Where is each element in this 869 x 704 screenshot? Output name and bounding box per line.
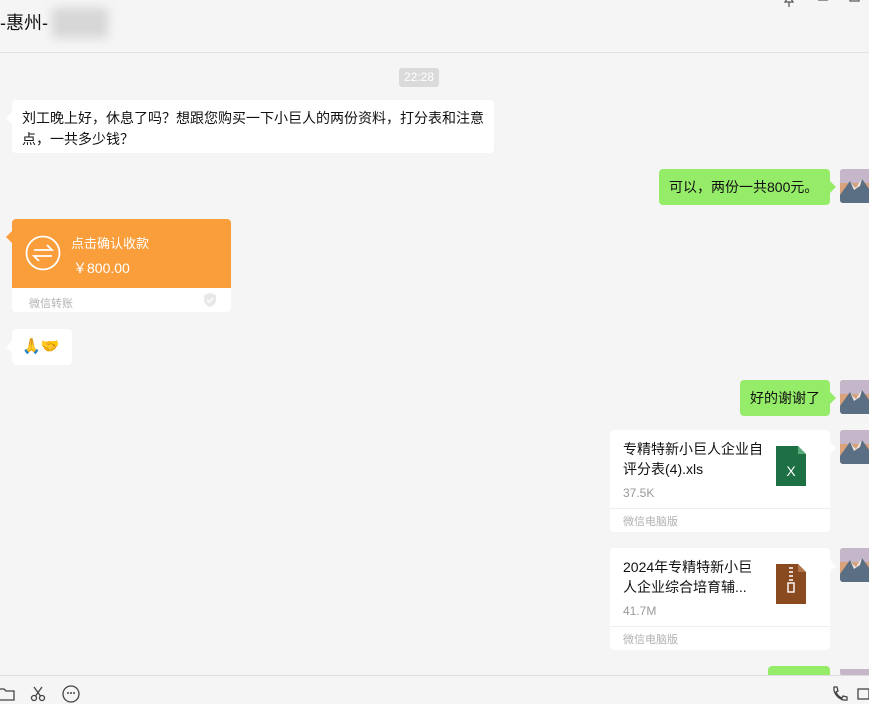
transfer-amount: ￥800.00 [73,260,130,276]
my-avatar[interactable] [840,380,869,414]
transfer-title: 点击确认收款 [71,236,150,251]
file-size: 37.5K [623,486,655,500]
file-size: 41.7M [623,604,657,618]
excel-icon-label: X [786,463,796,479]
chat-title: -惠州- [0,13,48,33]
incoming-emoji-message[interactable]: 🙏🤝 [6,329,72,365]
file-name: 2024年专精特新小巨人企业综合培育辅... [623,559,753,595]
file-source: 微信电脑版 [623,516,678,528]
file-message[interactable]: 专精特新小巨人企业自评分表(4).xls 37.5K X 微信电脑版 [610,430,836,532]
transfer-arrows-icon [25,235,61,271]
message-text: 好的谢谢了 [750,390,820,406]
my-avatar[interactable] [840,548,869,582]
message-timestamp: 22:28 [399,68,439,87]
transfer-footer: 微信转账 [29,298,73,310]
my-avatar[interactable] [840,430,869,464]
file-source: 微信电脑版 [623,634,678,646]
input-toolbar [0,675,869,703]
divider [610,508,830,509]
shield-icon [204,293,216,307]
file-name: 专精特新小巨人企业自评分表(4).xls [623,441,763,477]
transfer-card-header: 点击确认收款 ￥800.00 [6,219,231,288]
message-text: 可以，两份一共800元。 [669,179,819,195]
file-message[interactable]: 2024年专精特新小巨人企业综合培育辅... 41.7M 微信电脑版 [610,548,836,650]
phone-icon[interactable] [830,684,850,704]
my-avatar[interactable] [840,169,869,203]
zip-file-icon [776,564,806,604]
folder-icon[interactable] [0,684,16,704]
chat-header: -惠州- [0,0,869,53]
message-text: 刘工晚上好，休息了吗？想跟您购买一下小巨人的两份资料，打分表和注意点，一共多少钱… [22,110,484,147]
scissors-icon[interactable] [28,684,48,704]
minimize-icon[interactable] [817,0,829,11]
video-icon[interactable] [856,684,869,704]
blurred-contact-name [52,8,108,38]
maximize-icon[interactable] [849,0,861,11]
transfer-card[interactable]: 点击确认收款 ￥800.00 微信转账 [6,219,231,312]
divider [610,626,830,627]
emoji-icon[interactable] [61,684,81,704]
pin-icon[interactable] [783,0,795,11]
excel-file-icon: X [776,446,806,486]
incoming-message[interactable]: 刘工晚上好，休息了吗？想跟您购买一下小巨人的两份资料，打分表和注意点，一共多少钱… [6,100,494,153]
outgoing-message[interactable]: 可以，两份一共800元。 [659,169,836,205]
emoji-text: 🙏🤝 [22,338,60,355]
outgoing-message[interactable]: 好的谢谢了 [740,380,836,416]
